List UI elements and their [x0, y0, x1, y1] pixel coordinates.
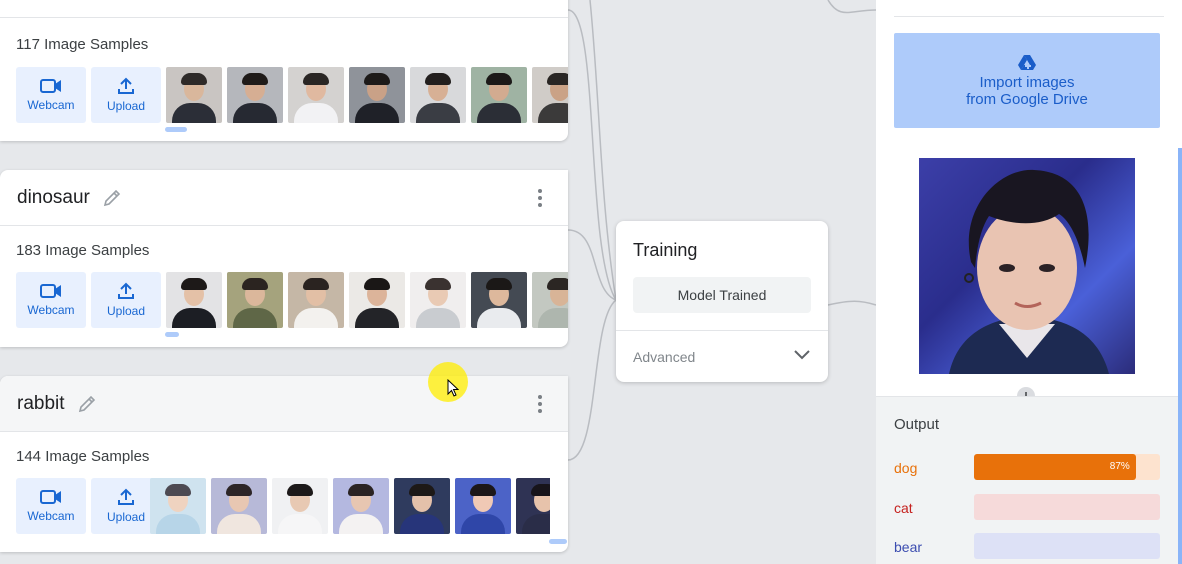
class-card-header: rabbit: [0, 376, 568, 432]
webcam-label: Webcam: [27, 303, 75, 317]
upload-label: Upload: [106, 510, 146, 524]
samples-row: Webcam Upload: [16, 67, 568, 123]
training-panel: Training Model Trained Advanced: [616, 221, 828, 382]
webcam-label: Webcam: [27, 98, 75, 112]
image-samples-count: 117 Image Samples: [16, 36, 149, 53]
chevron-down-icon: [794, 350, 810, 360]
upload-arrow-icon: [118, 488, 134, 505]
thumbnail-scroll-indicator[interactable]: [165, 127, 187, 132]
confidence-bar-track: [974, 494, 1160, 520]
sample-thumbnail[interactable]: [455, 478, 511, 534]
sample-thumbnail[interactable]: [288, 67, 344, 123]
pencil-icon[interactable]: [77, 394, 97, 414]
output-row-bear: bear: [894, 533, 1160, 559]
upload-arrow-icon: [118, 77, 134, 94]
output-label: dog: [894, 460, 918, 476]
sample-thumbnail[interactable]: [211, 478, 267, 534]
sample-thumbnail[interactable]: [272, 478, 328, 534]
upload-arrow-icon: [118, 282, 134, 299]
output-title: Output: [894, 416, 940, 433]
upload-button[interactable]: Upload: [91, 272, 161, 328]
advanced-toggle[interactable]: Advanced: [616, 330, 828, 382]
sample-thumbnail[interactable]: [471, 67, 527, 123]
sample-thumbnail[interactable]: [227, 67, 283, 123]
sample-thumbnail[interactable]: [410, 272, 466, 328]
image-samples-count: 183 Image Samples: [16, 242, 150, 259]
more-vertical-icon[interactable]: [536, 188, 544, 207]
divider: [894, 16, 1164, 17]
confidence-bar-fill: 87%: [974, 454, 1136, 480]
sample-thumbnail[interactable]: [288, 272, 344, 328]
import-line-1: Import images: [979, 73, 1075, 91]
sample-thumbnail[interactable]: [349, 272, 405, 328]
output-label: bear: [894, 539, 923, 555]
class-card-rabbit: rabbit 144 Image Samples Webcam Upload: [0, 376, 568, 552]
google-drive-icon: [1018, 54, 1036, 70]
sample-thumbnail[interactable]: [349, 67, 405, 123]
training-title: Training: [633, 240, 698, 260]
video-camera-icon: [40, 490, 61, 504]
class-card-header: [0, 0, 568, 18]
thumbnail-scroll-indicator[interactable]: [549, 539, 567, 544]
video-camera-icon: [40, 79, 61, 93]
sample-thumbnail[interactable]: [166, 67, 222, 123]
pencil-icon[interactable]: [102, 188, 122, 208]
class-card-1: 117 Image Samples Webcam Upload: [0, 0, 568, 141]
advanced-label: Advanced: [633, 348, 696, 365]
output-section: Output dog 87% cat bear: [876, 396, 1182, 564]
sample-thumbnail[interactable]: [532, 67, 568, 123]
import-google-drive-button[interactable]: Import images from Google Drive: [894, 33, 1160, 128]
upload-label: Upload: [106, 304, 146, 318]
output-label: cat: [894, 500, 913, 516]
sample-thumbnail[interactable]: [532, 272, 568, 328]
sample-thumbnail[interactable]: [227, 272, 283, 328]
sample-thumbnail[interactable]: [394, 478, 450, 534]
mouse-cursor-icon: [447, 379, 459, 397]
thumbnail-strip[interactable]: [150, 478, 550, 534]
webcam-button[interactable]: Webcam: [16, 478, 86, 534]
thumbnail-strip[interactable]: [166, 67, 568, 123]
thumbnail-scroll-indicator[interactable]: [165, 332, 179, 337]
more-vertical-icon[interactable]: [536, 394, 544, 413]
samples-row: Webcam Upload: [16, 478, 550, 534]
output-row-cat: cat: [894, 494, 1160, 520]
confidence-bar-track: 87%: [974, 454, 1160, 480]
import-line-2: from Google Drive: [966, 90, 1088, 108]
model-trained-button[interactable]: Model Trained: [633, 277, 811, 313]
webcam-button[interactable]: Webcam: [16, 272, 86, 328]
scrollbar-edge[interactable]: [1178, 148, 1182, 564]
image-samples-count: 144 Image Samples: [16, 448, 150, 465]
sample-thumbnail[interactable]: [516, 478, 550, 534]
sample-thumbnail[interactable]: [166, 272, 222, 328]
preview-image: [919, 158, 1135, 374]
class-card-header: dinosaur: [0, 170, 568, 226]
class-name[interactable]: dinosaur: [17, 187, 90, 209]
output-row-dog: dog 87%: [894, 454, 1160, 480]
preview-panel: Import images from Google Drive Output d…: [876, 0, 1182, 564]
sample-thumbnail[interactable]: [150, 478, 206, 534]
confidence-bar-track: [974, 533, 1160, 559]
video-camera-icon: [40, 284, 61, 298]
sample-thumbnail[interactable]: [410, 67, 466, 123]
sample-thumbnail[interactable]: [333, 478, 389, 534]
webcam-label: Webcam: [27, 509, 75, 523]
webcam-button[interactable]: Webcam: [16, 67, 86, 123]
confidence-percent: 87%: [1109, 461, 1130, 472]
sample-thumbnail[interactable]: [471, 272, 527, 328]
class-card-dinosaur: dinosaur 183 Image Samples Webcam Upload: [0, 170, 568, 347]
upload-button[interactable]: Upload: [91, 67, 161, 123]
thumbnail-strip[interactable]: [166, 272, 568, 328]
samples-row: Webcam Upload: [16, 272, 568, 328]
upload-label: Upload: [106, 99, 146, 113]
class-name[interactable]: rabbit: [17, 393, 65, 415]
